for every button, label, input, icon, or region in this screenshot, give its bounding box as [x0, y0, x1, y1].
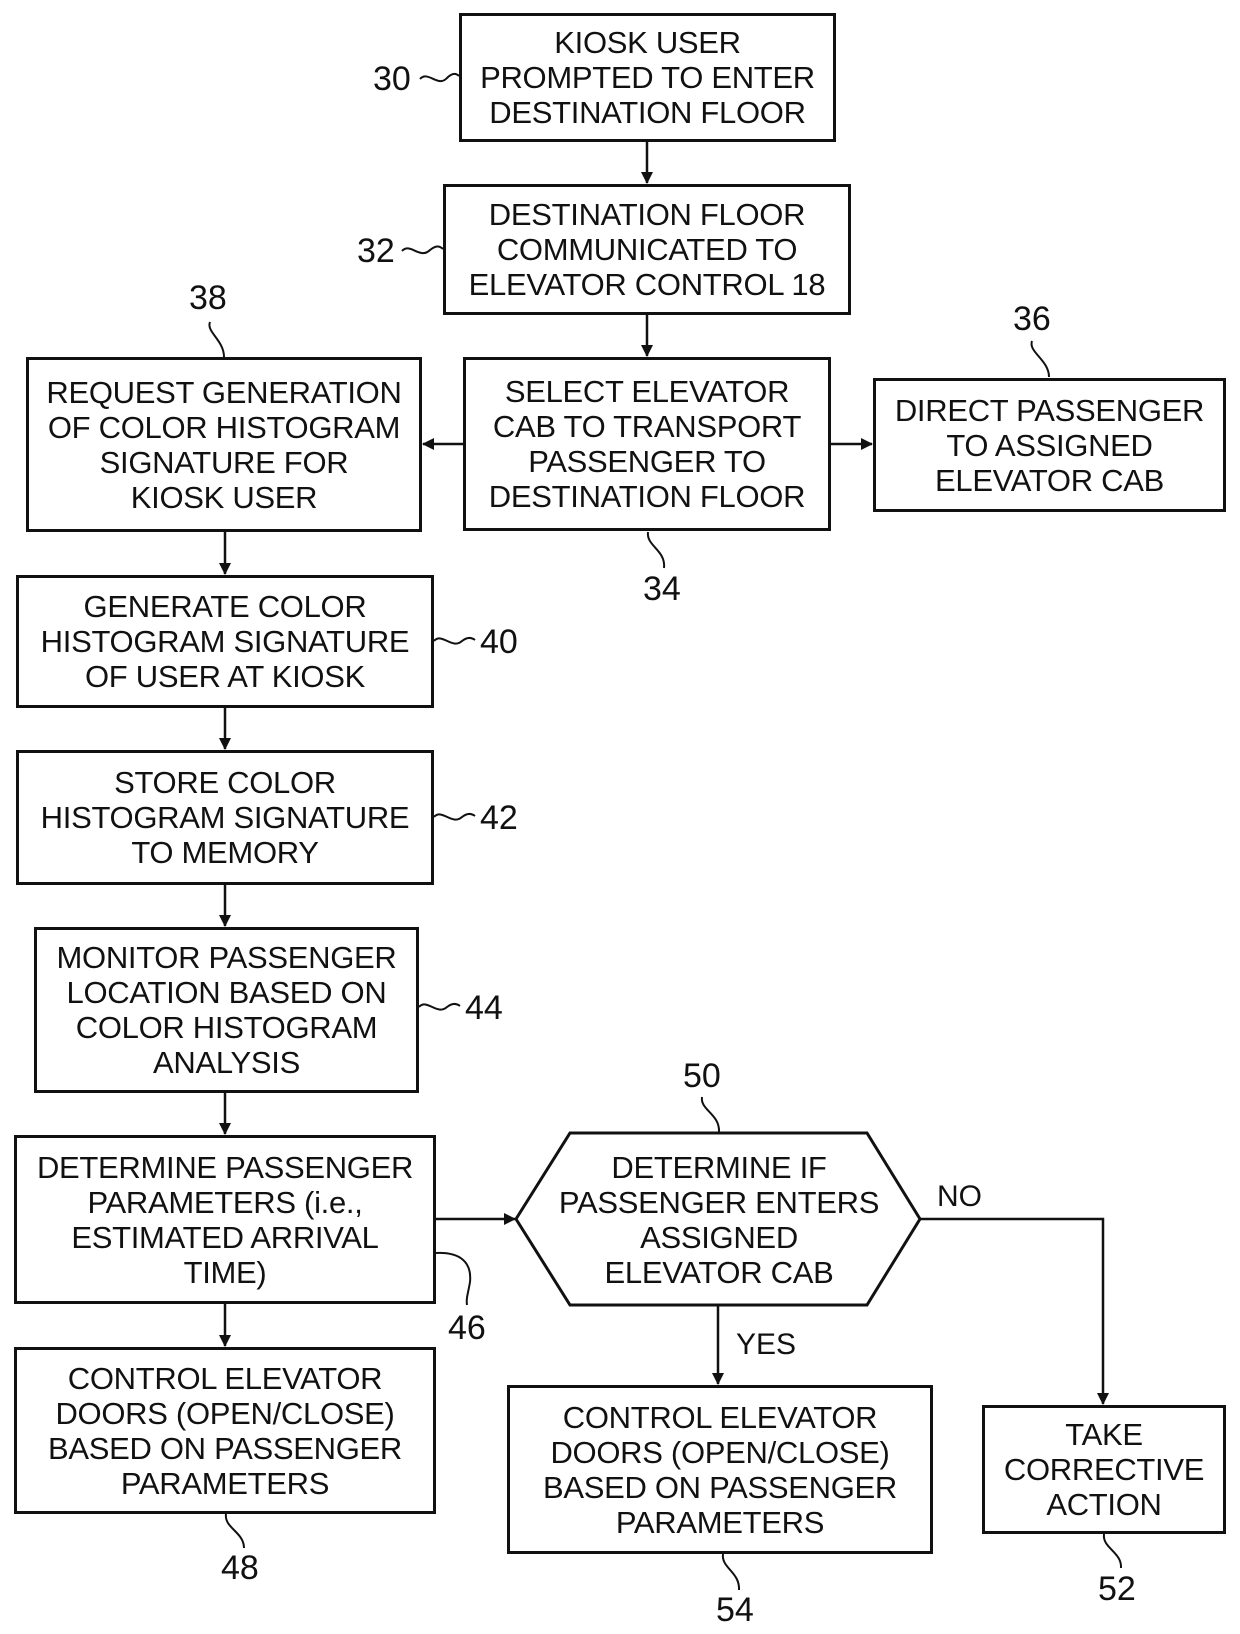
- step-32-line: DESTINATION FLOOR: [488, 197, 806, 232]
- step-30-line: KIOSK USER: [554, 25, 741, 60]
- leader-30: [419, 72, 460, 83]
- decision-50-line: PASSENGER ENTERS: [558, 1185, 880, 1220]
- step-44-box: MONITOR PASSENGER LOCATION BASED ON COLO…: [34, 927, 419, 1093]
- ref-numeral-52: 52: [1098, 1570, 1136, 1608]
- step-40-box: GENERATE COLOR HISTOGRAM SIGNATURE OF US…: [16, 575, 434, 708]
- step-46-line: TIME): [183, 1254, 267, 1290]
- step-34-box: SELECT ELEVATOR CAB TO TRANSPORT PASSENG…: [463, 357, 831, 531]
- ref-numeral-50: 50: [683, 1057, 721, 1095]
- step-42-box: STORE COLOR HISTOGRAM SIGNATURE TO MEMOR…: [16, 750, 434, 885]
- leader-40: [433, 636, 476, 645]
- step-48-box: CONTROL ELEVATOR DOORS (OPEN/CLOSE) BASE…: [14, 1347, 436, 1514]
- step-30-line: PROMPTED TO ENTER: [480, 60, 815, 95]
- step-34-line: SELECT ELEVATOR: [504, 374, 790, 409]
- leader-46: [435, 1251, 472, 1306]
- edge-label-no: NO: [937, 1180, 982, 1213]
- arrow-50-to-52-no: [920, 1217, 1109, 1405]
- step-46-line: ESTIMATED ARRIVAL: [71, 1219, 379, 1255]
- step-44-line: MONITOR PASSENGER: [56, 940, 397, 975]
- ref-numeral-54: 54: [716, 1591, 754, 1629]
- step-48-line: DOORS (OPEN/CLOSE): [55, 1395, 395, 1431]
- step-52-box: TAKE CORRECTIVE ACTION: [982, 1405, 1226, 1534]
- leader-54: [721, 1553, 741, 1591]
- decision-50-text: DETERMINE IF PASSENGER ENTERS ASSIGNED E…: [558, 1135, 880, 1305]
- leader-32: [401, 245, 444, 255]
- ref-numeral-44: 44: [465, 989, 503, 1027]
- leader-44: [418, 1002, 461, 1011]
- edge-label-yes: YES: [736, 1328, 797, 1361]
- step-34-line: PASSENGER TO: [528, 444, 766, 479]
- step-48-line: PARAMETERS: [120, 1465, 330, 1501]
- step-32-line: ELEVATOR CONTROL 18: [468, 267, 826, 302]
- step-38-line: REQUEST GENERATION: [46, 374, 402, 410]
- step-54-line: DOORS (OPEN/CLOSE): [550, 1434, 890, 1470]
- step-52-line: CORRECTIVE: [1003, 1452, 1205, 1487]
- leader-48: [224, 1513, 245, 1549]
- step-36-box: DIRECT PASSENGER TO ASSIGNED ELEVATOR CA…: [873, 378, 1226, 512]
- step-42-line: TO MEMORY: [131, 835, 319, 870]
- step-44-line: LOCATION BASED ON: [66, 975, 387, 1010]
- step-38-line: OF COLOR HISTOGRAM: [47, 409, 401, 445]
- ref-numeral-36: 36: [1013, 300, 1051, 338]
- step-44-line: COLOR HISTOGRAM: [75, 1010, 378, 1045]
- step-46-box: DETERMINE PASSENGER PARAMETERS (i.e., ES…: [14, 1135, 436, 1304]
- step-44-line: ANALYSIS: [153, 1045, 300, 1080]
- ref-numeral-30: 30: [373, 60, 411, 98]
- leader-42: [433, 812, 476, 821]
- step-30-box: KIOSK USER PROMPTED TO ENTER DESTINATION…: [459, 13, 836, 142]
- step-36-line: TO ASSIGNED: [946, 427, 1153, 463]
- step-54-line: CONTROL ELEVATOR: [562, 1399, 878, 1435]
- step-40-line: GENERATE COLOR: [83, 589, 367, 624]
- leader-38: [208, 321, 225, 358]
- step-36-line: DIRECT PASSENGER: [894, 392, 1205, 428]
- step-54-line: PARAMETERS: [615, 1504, 825, 1540]
- step-40-line: HISTOGRAM SIGNATURE: [40, 624, 410, 659]
- step-38-line: SIGNATURE FOR: [99, 444, 349, 480]
- step-38-box: REQUEST GENERATION OF COLOR HISTOGRAM SI…: [26, 357, 422, 532]
- ref-numeral-40: 40: [480, 623, 518, 661]
- step-40-line: OF USER AT KIOSK: [84, 659, 365, 694]
- step-32-box: DESTINATION FLOOR COMMUNICATED TO ELEVAT…: [443, 184, 851, 315]
- ref-numeral-48: 48: [221, 1549, 259, 1587]
- step-38-line: KIOSK USER: [130, 479, 318, 515]
- decision-50-line: ASSIGNED: [640, 1220, 798, 1255]
- step-42-line: HISTOGRAM SIGNATURE: [40, 800, 410, 835]
- ref-numeral-46: 46: [448, 1309, 486, 1347]
- ref-numeral-34: 34: [643, 570, 681, 608]
- step-46-line: DETERMINE PASSENGER: [36, 1149, 414, 1185]
- step-32-line: COMMUNICATED TO: [496, 232, 798, 267]
- ref-numeral-38: 38: [189, 279, 227, 317]
- step-54-line: BASED ON PASSENGER: [542, 1469, 898, 1505]
- leader-50: [700, 1096, 721, 1133]
- step-34-line: DESTINATION FLOOR: [488, 479, 806, 514]
- step-30-line: DESTINATION FLOOR: [489, 95, 806, 130]
- step-42-line: STORE COLOR: [114, 765, 336, 800]
- leader-34: [646, 531, 666, 569]
- decision-50-line: DETERMINE IF: [611, 1150, 827, 1185]
- leader-36: [1030, 340, 1050, 378]
- leader-52: [1102, 1533, 1123, 1569]
- step-34-line: CAB TO TRANSPORT: [492, 409, 802, 444]
- step-48-line: CONTROL ELEVATOR: [67, 1360, 383, 1396]
- step-52-line: ACTION: [1046, 1487, 1162, 1522]
- step-52-line: TAKE: [1065, 1417, 1143, 1452]
- step-48-line: BASED ON PASSENGER: [47, 1430, 403, 1466]
- step-54-box: CONTROL ELEVATOR DOORS (OPEN/CLOSE) BASE…: [507, 1385, 933, 1554]
- decision-50-line: ELEVATOR CAB: [604, 1255, 834, 1290]
- step-46-line: PARAMETERS (i.e.,: [87, 1184, 363, 1220]
- step-36-line: ELEVATOR CAB: [935, 462, 1164, 498]
- ref-numeral-32: 32: [357, 232, 395, 270]
- ref-numeral-42: 42: [480, 799, 518, 837]
